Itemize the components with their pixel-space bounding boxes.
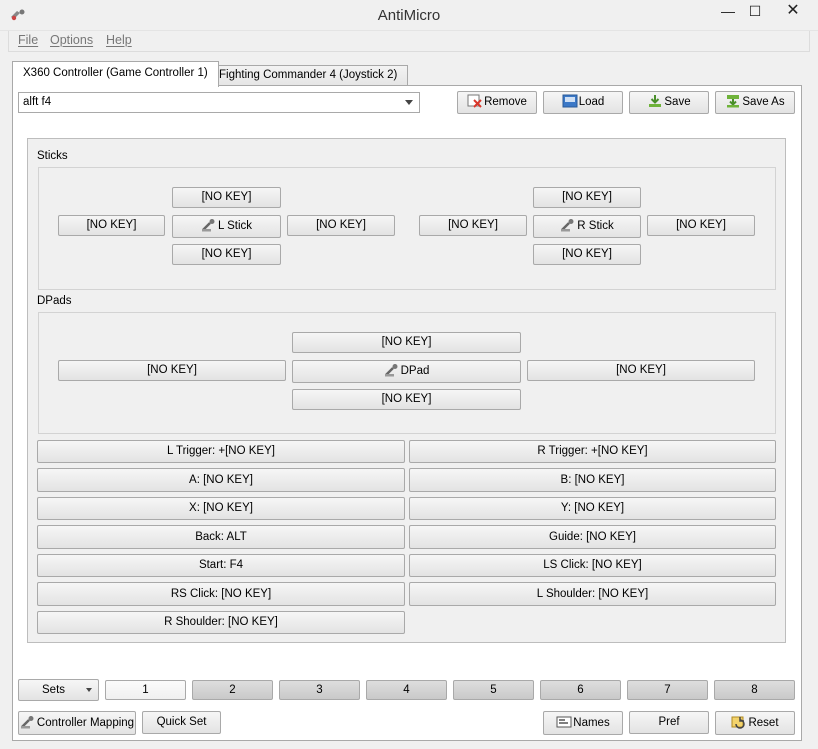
title-bar: AntiMicro — ☐ ✕ [0,0,818,31]
joystick-icon [384,364,398,377]
dpads-label: DPads [37,295,72,307]
start-button[interactable]: Start: F4 [37,554,405,577]
joystick-icon [561,219,574,232]
tab-x360-controller[interactable]: X360 Controller (Game Controller 1) [12,61,219,87]
profile-select-value: alft f4 [23,96,52,108]
save-button[interactable]: Save [629,91,709,114]
dpad-left-button[interactable]: [NO KEY] [58,360,286,381]
menu-file[interactable]: File [18,33,38,47]
dpad-right-button[interactable]: [NO KEY] [527,360,755,381]
r-trigger-button[interactable]: R Trigger: +[NO KEY] [409,440,776,463]
b-button[interactable]: B: [NO KEY] [409,468,776,492]
left-stick-label: L Stick [217,220,253,232]
reset-label: Reset [748,717,779,729]
l-shoulder-button[interactable]: L Shoulder: [NO KEY] [409,582,776,606]
reset-button[interactable]: Reset [715,711,795,735]
remove-icon [467,94,482,108]
remove-button[interactable]: Remove [457,91,537,114]
controller-mapping-button[interactable]: Controller Mapping [18,711,136,735]
save-as-button[interactable]: Save As [715,91,795,114]
left-stick-up-button[interactable]: [NO KEY] [172,187,281,208]
load-icon [562,94,578,108]
dpad-button[interactable]: DPad [292,360,521,383]
left-stick-left-button[interactable]: [NO KEY] [58,215,165,236]
chevron-down-icon [405,100,413,105]
reset-icon [731,716,746,729]
load-button[interactable]: Load [543,91,623,114]
back-button[interactable]: Back: ALT [37,525,405,549]
right-stick-right-button[interactable]: [NO KEY] [647,215,755,236]
joystick-icon [20,716,34,729]
joystick-icon [201,219,215,232]
y-button[interactable]: Y: [NO KEY] [409,497,776,520]
right-stick-up-button[interactable]: [NO KEY] [533,187,641,208]
load-label: Load [578,96,605,108]
right-stick-button[interactable]: R Stick [533,215,641,238]
quick-set-button[interactable]: Quick Set [142,711,221,734]
ls-click-button[interactable]: LS Click: [NO KEY] [409,554,776,577]
sets-dropdown[interactable]: Sets [18,679,99,701]
controller-mapping-label: Controller Mapping [36,717,135,729]
chevron-down-icon [86,688,92,692]
profile-select[interactable]: alft f4 [18,92,420,113]
window-title: AntiMicro [377,7,441,24]
save-icon [649,95,662,107]
guide-button[interactable]: Guide: [NO KEY] [409,525,776,549]
names-label: Names [573,717,610,729]
right-stick-left-button[interactable]: [NO KEY] [419,215,527,236]
right-stick-down-button[interactable]: [NO KEY] [533,244,641,265]
r-shoulder-button[interactable]: R Shoulder: [NO KEY] [37,611,405,634]
l-trigger-button[interactable]: L Trigger: +[NO KEY] [37,440,405,463]
save-as-label: Save As [742,96,785,108]
minimize-button[interactable]: — [717,0,739,24]
a-button[interactable]: A: [NO KEY] [37,468,405,492]
save-as-icon [727,95,740,108]
sets-label: Sets [42,684,66,696]
menu-options[interactable]: Options [50,33,93,47]
left-stick-right-button[interactable]: [NO KEY] [287,215,395,236]
close-button[interactable]: ✕ [773,0,813,24]
dpad-down-button[interactable]: [NO KEY] [292,389,521,410]
left-stick-down-button[interactable]: [NO KEY] [172,244,281,265]
set-6-button[interactable]: 6 [540,680,621,700]
set-5-button[interactable]: 5 [453,680,534,700]
set-4-button[interactable]: 4 [366,680,447,700]
set-3-button[interactable]: 3 [279,680,360,700]
names-button[interactable]: Names [543,711,623,735]
menu-help[interactable]: Help [106,33,132,47]
set-2-button[interactable]: 2 [192,680,273,700]
set-7-button[interactable]: 7 [627,680,708,700]
dpad-up-button[interactable]: [NO KEY] [292,332,521,353]
menu-bar: File Options Help [8,31,810,52]
left-stick-button[interactable]: L Stick [172,215,281,238]
names-icon [556,716,572,728]
remove-label: Remove [484,96,527,108]
rs-click-button[interactable]: RS Click: [NO KEY] [37,582,405,606]
right-stick-label: R Stick [577,220,614,232]
save-label: Save [664,96,691,108]
x-button[interactable]: X: [NO KEY] [37,497,405,520]
pref-button[interactable]: Pref [629,711,709,734]
set-1-button[interactable]: 1 [105,680,186,700]
maximize-button[interactable]: ☐ [744,0,766,24]
set-8-button[interactable]: 8 [714,680,795,700]
sticks-label: Sticks [37,150,68,162]
tab-fighting-commander[interactable]: Fighting Commander 4 (Joystick 2) [208,65,409,86]
dpad-label: DPad [400,365,430,377]
